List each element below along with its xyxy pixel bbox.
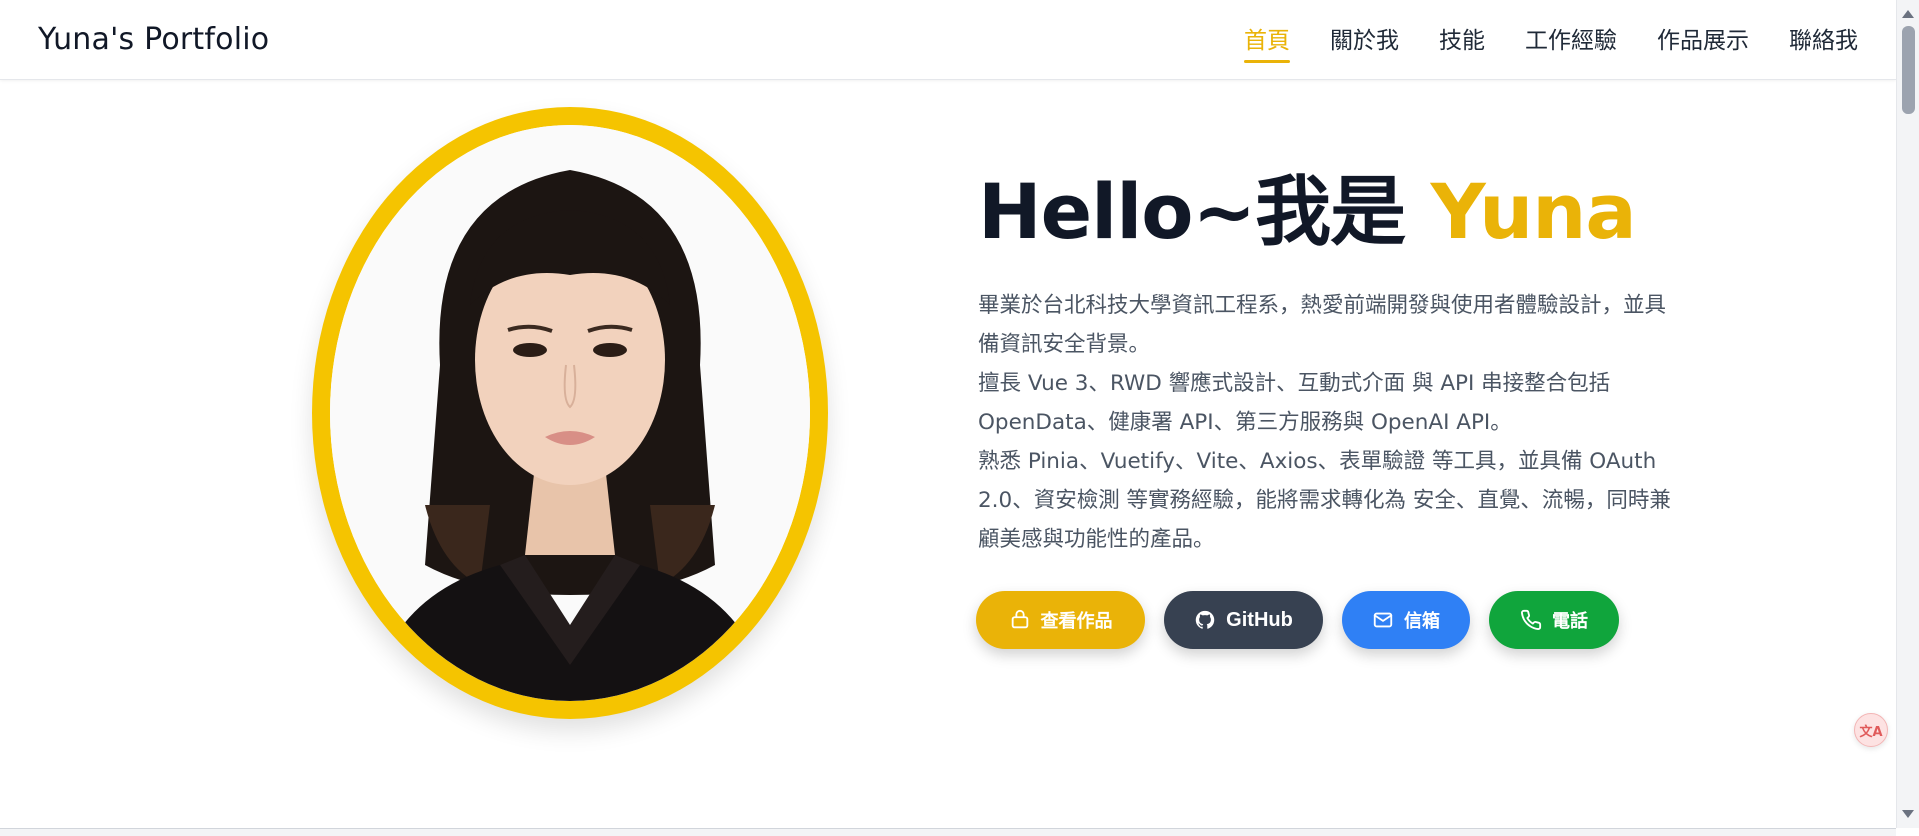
nav-home[interactable]: 首頁 <box>1244 17 1290 63</box>
hero-title-name: Yuna <box>1430 167 1637 256</box>
github-icon <box>1195 610 1215 629</box>
github-button[interactable]: GitHub <box>1164 591 1323 649</box>
phone-label: 電話 <box>1552 611 1588 631</box>
email-button[interactable]: 信箱 <box>1342 591 1470 649</box>
scrollbar-thumb[interactable] <box>1902 26 1915 114</box>
nav-portfolio[interactable]: 作品展示 <box>1657 17 1749 63</box>
nav-experience[interactable]: 工作經驗 <box>1525 17 1617 63</box>
window-bottom-edge <box>0 828 1896 836</box>
top-navbar: Yuna's Portfolio 首頁 關於我 技能 工作經驗 作品展示 聯絡我 <box>0 0 1896 80</box>
hero-paragraph-education: 畢業於台北科技大學資訊工程系，熱愛前端開發與使用者體驗設計，並具備資訊安全背景。 <box>978 292 1667 357</box>
scroll-up-arrow-icon[interactable] <box>1902 10 1914 18</box>
nav-contact[interactable]: 聯絡我 <box>1789 17 1858 63</box>
briefcase-icon <box>1011 609 1028 629</box>
view-works-label: 查看作品 <box>1040 611 1113 631</box>
hero-paragraph-skills: 擅長 Vue 3、RWD 響應式設計、互動式介面 與 API 串接整合包括 Op… <box>978 370 1611 435</box>
profile-photo <box>330 125 810 701</box>
hero-paragraph-tools: 熟悉 Pinia、Vuetify、Vite、Axios、表單驗證 等工具，並具備… <box>978 448 1671 552</box>
vertical-scrollbar[interactable] <box>1896 0 1919 828</box>
phone-button[interactable]: 電話 <box>1489 591 1619 649</box>
envelope-icon <box>1373 612 1393 628</box>
translate-icon[interactable]: 文A <box>1854 713 1888 747</box>
scroll-down-arrow-icon[interactable] <box>1902 810 1914 818</box>
phone-icon <box>1521 609 1542 630</box>
hero-section: Hello~我是 Yuna 畢業於台北科技大學資訊工程系，熱愛前端開發與使用者體… <box>978 170 1698 559</box>
hero-description: 畢業於台北科技大學資訊工程系，熱愛前端開發與使用者體驗設計，並具備資訊安全背景。… <box>978 286 1678 559</box>
view-works-button[interactable]: 查看作品 <box>976 591 1145 649</box>
nav-skills[interactable]: 技能 <box>1439 17 1485 63</box>
hero-title-prefix: Hello~我是 <box>978 167 1431 256</box>
hero-title: Hello~我是 Yuna <box>978 170 1698 254</box>
email-label: 信箱 <box>1404 611 1440 631</box>
main-nav: 首頁 關於我 技能 工作經驗 作品展示 聯絡我 <box>1244 17 1858 63</box>
hero-buttons: 查看作品 GitHub 信箱 電話 <box>976 591 1619 649</box>
nav-about[interactable]: 關於我 <box>1330 17 1399 63</box>
brand-logo[interactable]: Yuna's Portfolio <box>38 22 269 57</box>
github-label: GitHub <box>1226 608 1293 631</box>
